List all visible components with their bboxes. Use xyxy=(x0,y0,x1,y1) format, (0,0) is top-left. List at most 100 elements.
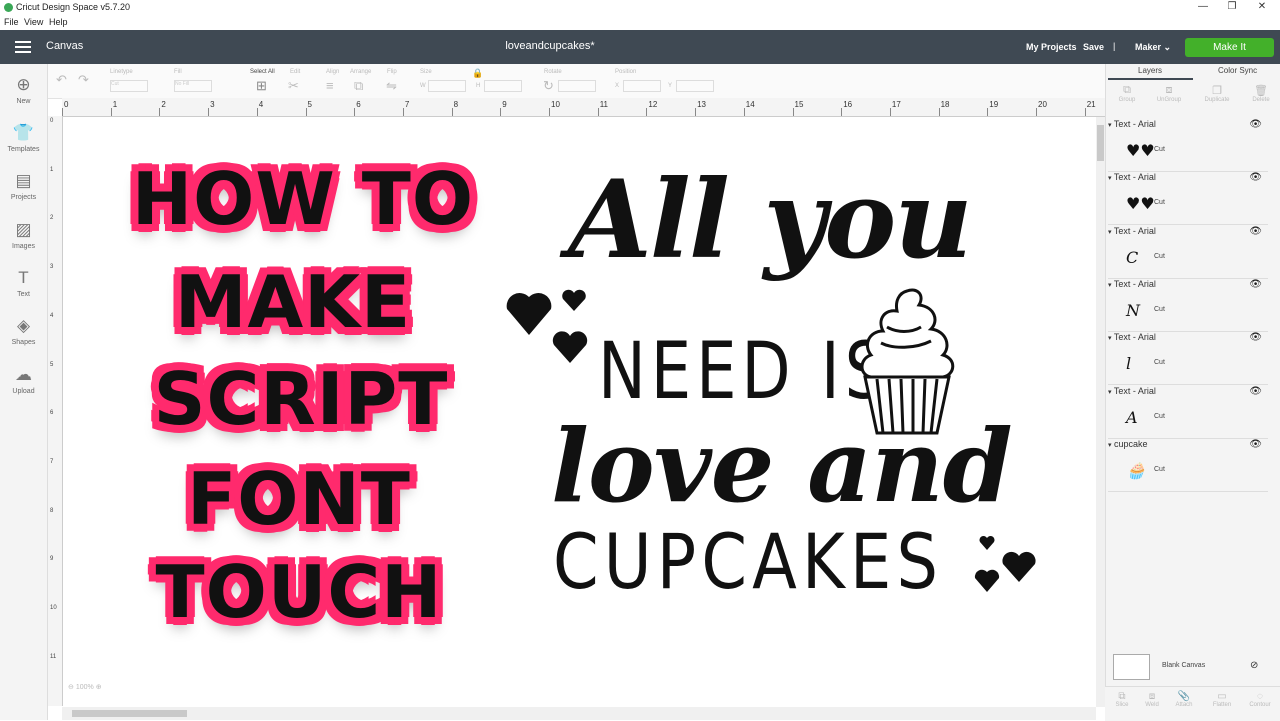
horizontal-scrollbar[interactable] xyxy=(62,707,1096,720)
tab-color-sync[interactable]: Color Sync xyxy=(1218,66,1257,75)
my-projects-link[interactable]: My Projects xyxy=(1026,42,1077,52)
minimize-button[interactable]: — xyxy=(1193,1,1213,15)
y-input[interactable] xyxy=(676,80,714,92)
tool-templates[interactable]: 👕 Templates xyxy=(0,124,47,154)
x-input[interactable] xyxy=(623,80,661,92)
rotate-label: Rotate xyxy=(544,69,562,75)
lock-icon[interactable]: 🔒 xyxy=(472,68,483,79)
tool-projects[interactable]: ▤ Projects xyxy=(0,172,47,202)
tool-shapes[interactable]: ◈ Shapes xyxy=(0,317,47,347)
restore-button[interactable]: ❐ xyxy=(1222,1,1242,15)
ruler-top-label: 6 xyxy=(356,100,361,109)
ungroup-label: UnGroup xyxy=(1156,97,1182,103)
layer-collapse-icon[interactable]: ▾ xyxy=(1108,175,1112,182)
rotate-input[interactable] xyxy=(558,80,596,92)
contour-button[interactable]: ◌ Contour xyxy=(1243,691,1277,708)
edit-icon[interactable]: ✂ xyxy=(288,78,299,94)
layer-collapse-icon[interactable]: ▾ xyxy=(1108,442,1112,449)
design-text-all-you[interactable]: All you xyxy=(568,157,973,283)
height-input[interactable] xyxy=(484,80,522,92)
attach-button[interactable]: 📎 Attach xyxy=(1167,691,1201,708)
horizontal-scroll-thumb[interactable] xyxy=(72,710,187,717)
layer-row[interactable]: ♥♥ Cut xyxy=(1108,133,1268,172)
layer-group-header[interactable]: ▾ Text - Arial 👁 xyxy=(1108,332,1268,346)
eye-icon[interactable]: 👁 xyxy=(1249,386,1262,397)
layer-group-header[interactable]: ▾ Text - Arial 👁 xyxy=(1108,119,1268,133)
layer-collapse-icon[interactable]: ▾ xyxy=(1108,389,1112,396)
vertical-scrollbar[interactable] xyxy=(1096,117,1105,707)
eye-icon[interactable]: 👁 xyxy=(1249,172,1262,183)
ungroup-button[interactable]: ⧈ UnGroup xyxy=(1152,84,1186,103)
make-it-button[interactable]: Make It xyxy=(1185,38,1274,57)
flip-label[interactable]: Flip xyxy=(387,69,397,75)
cupcake-graphic[interactable] xyxy=(851,283,966,438)
tool-new[interactable]: ⊕ New xyxy=(0,76,47,106)
select-all-icon[interactable]: ⊞ xyxy=(256,78,267,94)
design-canvas[interactable]: HOW TO MAKE SCRIPT FONT TOUCH All you NE… xyxy=(63,117,1095,707)
hamburger-menu-icon[interactable] xyxy=(15,41,31,53)
layer-row[interactable]: ♥♥ Cut xyxy=(1108,186,1268,226)
layer-group-header[interactable]: ▾ cupcake 👁 xyxy=(1108,439,1268,453)
eye-icon[interactable]: 👁 xyxy=(1249,439,1262,450)
flip-icon[interactable]: ⇋ xyxy=(386,78,397,94)
align-label[interactable]: Align xyxy=(326,69,339,75)
linetype-select[interactable]: Cut xyxy=(110,80,148,92)
fill-value: No Fill xyxy=(175,81,190,87)
zoom-out-icon[interactable]: ⊖ xyxy=(68,684,74,691)
layer-row[interactable]: A Cut xyxy=(1108,400,1268,439)
layer-row[interactable]: C Cut xyxy=(1108,240,1268,279)
delete-button[interactable]: 🗑 Delete xyxy=(1244,84,1278,103)
tool-text-label: Text xyxy=(17,291,30,298)
machine-select[interactable]: Maker ⌄ xyxy=(1135,42,1171,53)
layer-collapse-icon[interactable]: ▾ xyxy=(1108,229,1112,236)
flatten-button[interactable]: ▭ Flatten xyxy=(1205,691,1239,708)
fill-select[interactable]: No Fill xyxy=(174,80,212,92)
hearts-left-graphic[interactable] xyxy=(501,285,591,375)
weld-button[interactable]: ⧈ Weld xyxy=(1135,691,1169,708)
arrange-icon[interactable]: ⧉ xyxy=(354,78,363,94)
layer-group-header[interactable]: ▾ Text - Arial 👁 xyxy=(1108,172,1268,186)
layer-group-header[interactable]: ▾ Text - Arial 👁 xyxy=(1108,226,1268,240)
vertical-scroll-thumb[interactable] xyxy=(1097,125,1104,161)
layer-row[interactable]: l Cut xyxy=(1108,346,1268,386)
layer-row[interactable]: 🧁 Cut xyxy=(1108,453,1268,492)
menu-file[interactable]: File xyxy=(4,17,19,27)
design-text-cupcakes[interactable]: CUPCAKES xyxy=(553,517,943,606)
select-all-label[interactable]: Select All xyxy=(250,69,275,75)
tool-text[interactable]: T Text xyxy=(0,269,47,299)
hide-eye-icon[interactable]: ⊘ xyxy=(1250,660,1258,671)
eye-icon[interactable]: 👁 xyxy=(1249,226,1262,237)
group-button[interactable]: ⧉ Group xyxy=(1110,84,1144,103)
zoom-control[interactable]: ⊖ 100% ⊕ xyxy=(68,683,102,691)
eye-icon[interactable]: 👁 xyxy=(1249,279,1262,290)
tool-images[interactable]: ▨ Images xyxy=(0,221,47,251)
align-icon[interactable]: ≡ xyxy=(326,78,334,93)
width-input[interactable] xyxy=(428,80,466,92)
layer-row[interactable]: N Cut xyxy=(1108,293,1268,332)
eye-icon[interactable]: 👁 xyxy=(1249,332,1262,343)
tab-layers[interactable]: Layers xyxy=(1138,66,1162,75)
menu-view[interactable]: View xyxy=(24,17,43,27)
slice-label: Slice xyxy=(1115,702,1129,708)
undo-icon[interactable]: ↶ xyxy=(56,72,67,88)
ruler-left-label: 10 xyxy=(50,605,57,611)
menu-help[interactable]: Help xyxy=(49,17,68,27)
edit-label[interactable]: Edit xyxy=(290,69,300,75)
arrange-label[interactable]: Arrange xyxy=(350,69,371,75)
slice-button[interactable]: ⧉ Slice xyxy=(1105,691,1139,708)
layer-group-header[interactable]: ▾ Text - Arial 👁 xyxy=(1108,279,1268,293)
tool-upload[interactable]: ☁ Upload xyxy=(0,366,47,396)
layer-collapse-icon[interactable]: ▾ xyxy=(1108,122,1112,129)
close-button[interactable]: ✕ xyxy=(1252,1,1272,15)
save-button[interactable]: Save xyxy=(1083,42,1104,52)
redo-icon[interactable]: ↷ xyxy=(78,72,89,88)
hearts-right-graphic[interactable] xyxy=(971,530,1041,600)
duplicate-button[interactable]: ❐ Duplicate xyxy=(1200,84,1234,103)
layer-collapse-icon[interactable]: ▾ xyxy=(1108,282,1112,289)
layer-collapse-icon[interactable]: ▾ xyxy=(1108,335,1112,342)
eye-icon[interactable]: 👁 xyxy=(1249,119,1262,130)
layer-group-header[interactable]: ▾ Text - Arial 👁 xyxy=(1108,386,1268,400)
zoom-in-icon[interactable]: ⊕ xyxy=(96,684,102,691)
design-text-need-is[interactable]: NEED IS xyxy=(598,327,890,417)
blank-canvas-swatch[interactable] xyxy=(1113,654,1150,680)
